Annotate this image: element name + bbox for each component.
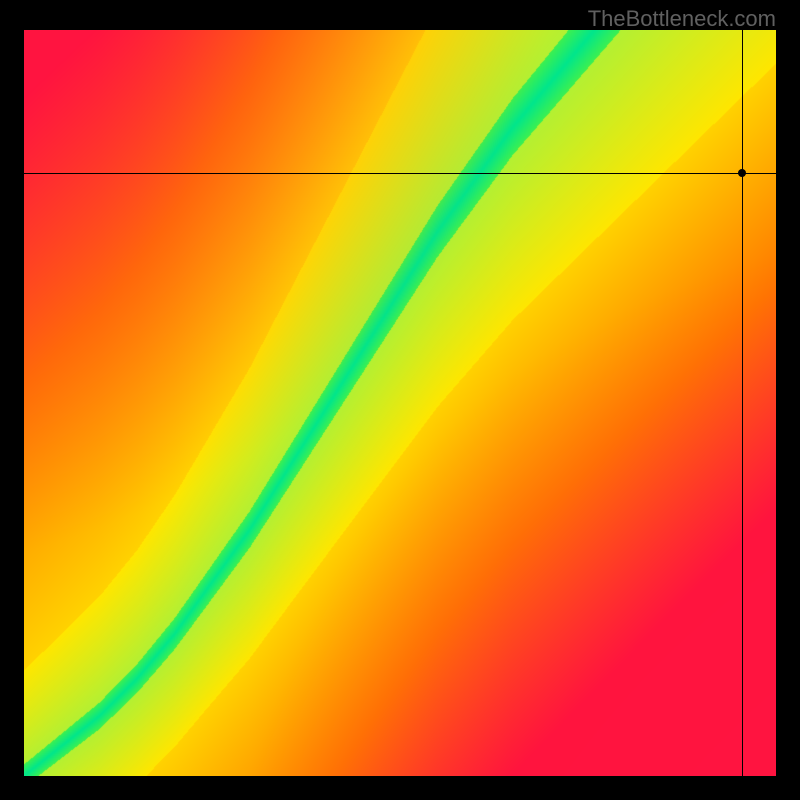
crosshair-vertical: [742, 30, 743, 776]
watermark-text: TheBottleneck.com: [588, 6, 776, 32]
marker-point: [738, 169, 746, 177]
heatmap-plot: [24, 30, 776, 776]
heatmap-canvas: [24, 30, 776, 776]
crosshair-horizontal: [24, 173, 776, 174]
